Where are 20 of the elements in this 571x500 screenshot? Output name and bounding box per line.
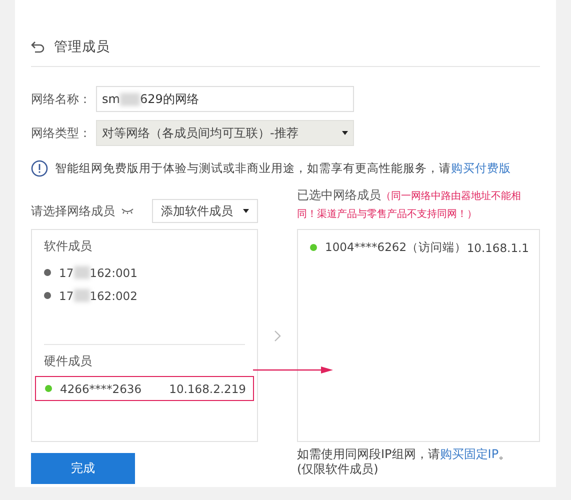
select-field[interactable]: 对等网络（各成员间均可互联）-推荐 xyxy=(96,120,354,146)
member-item[interactable]: 17 162:001 xyxy=(35,261,254,284)
notice-text: 智能组网免费版用于体验与测试或非商业用途，如需享有更高性能服务，请购买付费版 xyxy=(55,161,511,176)
members-label: 请选择网络成员 xyxy=(31,202,115,220)
member-item[interactable]: 1004****6262（访问端）10.168.1.1 xyxy=(301,236,536,259)
selected-members-label: 已选中网络成员（同一网络中路由器地址不能相同！渠道产品与零售产品不支持同网！） xyxy=(297,187,522,222)
ip-note-hint: (仅限软件成员) xyxy=(297,462,380,477)
group-title: 硬件成员 xyxy=(43,353,93,370)
group-title: 软件成员 xyxy=(43,238,93,255)
field-label: 网络名称： xyxy=(31,90,92,108)
buy-fixed-ip-link[interactable]: 购买固定IP xyxy=(440,447,499,461)
page-title: 管理成员 xyxy=(54,38,110,56)
member-item[interactable]: 17 162:002 xyxy=(35,284,254,307)
member-item[interactable]: 4266****2636 10.168.2.219 xyxy=(35,376,254,401)
done-button[interactable]: 完成 xyxy=(31,453,135,484)
input-field[interactable]: sm 629的网络 xyxy=(96,86,354,112)
field-label: 网络类型： xyxy=(31,124,92,142)
ip-note: 如需使用同网段IP组网，请购买固定IP。 xyxy=(297,447,512,462)
add-member-dropdown[interactable]: 添加软件成员 xyxy=(152,199,258,223)
buy-link[interactable]: 购买付费版 xyxy=(451,161,511,175)
